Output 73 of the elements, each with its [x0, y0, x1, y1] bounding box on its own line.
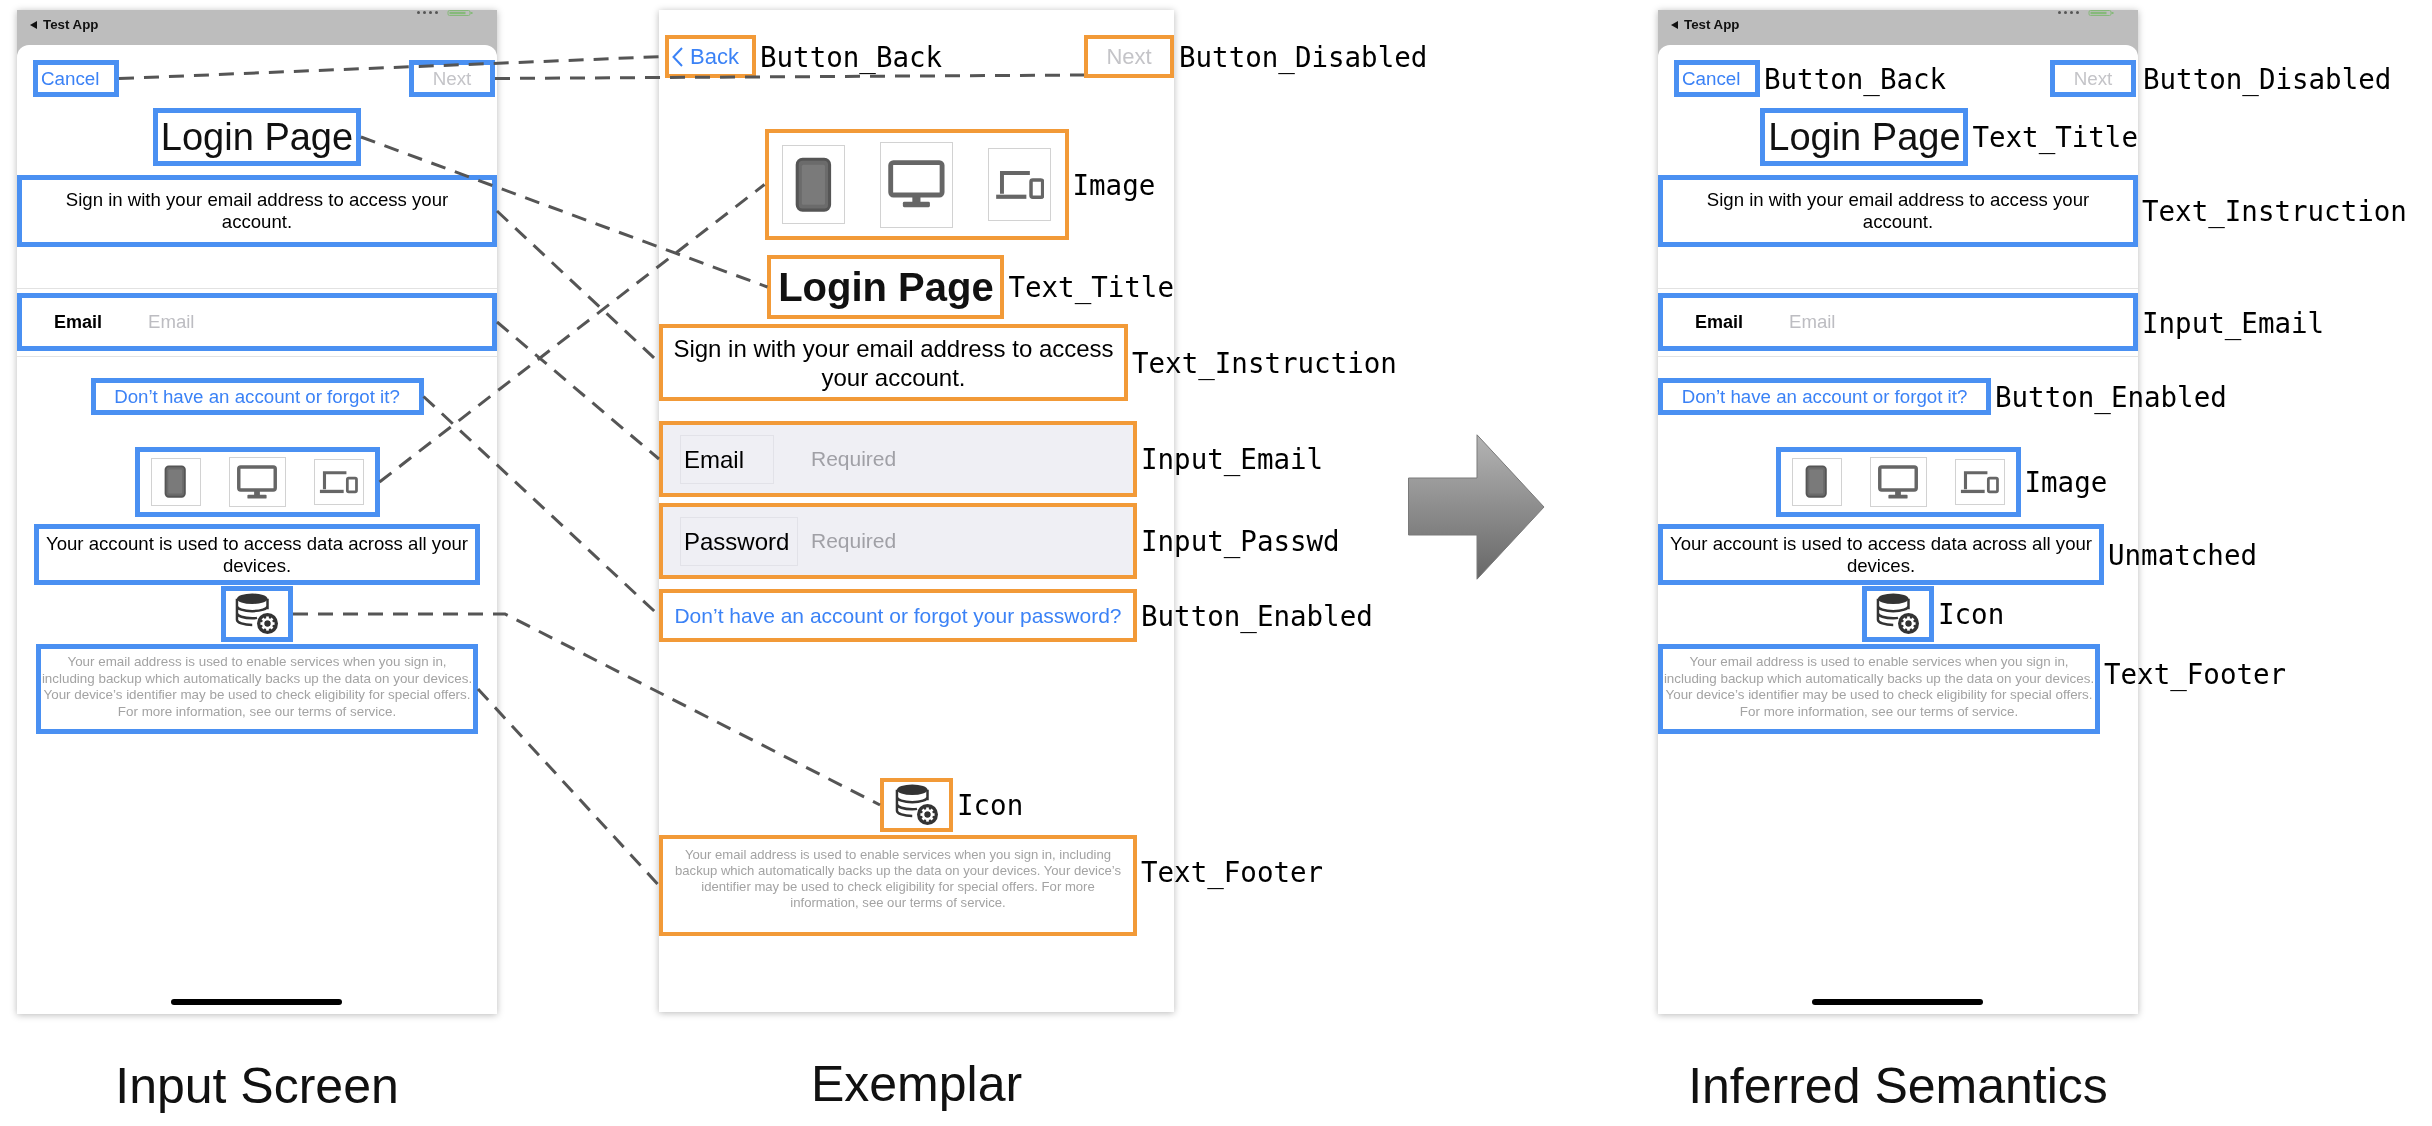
monitor-icon [228, 457, 286, 507]
annotation-label: Text_Instruction [1132, 347, 1397, 378]
text-input[interactable]: Email [148, 310, 492, 334]
annotation-label: Text_Instruction [2142, 196, 2407, 226]
annotation-label: Icon [1938, 599, 2005, 629]
annotation-label: Button_Back [760, 41, 943, 72]
info-text: Your account is used to access data across all your devices. [1668, 532, 2093, 577]
account-link[interactable]: Don’t have an account or forgot your password? [674, 602, 1122, 629]
database-gear-icon [894, 784, 939, 826]
smartphone-icon [782, 145, 845, 224]
field-label: Email [680, 434, 774, 484]
field-label: Password [680, 516, 799, 566]
annotation-label: Image [1072, 169, 1156, 200]
text-input[interactable]: Required [811, 445, 1133, 473]
annotation-label: Button_Disabled [1179, 41, 1428, 72]
monitor-icon [880, 141, 953, 228]
panel-caption: Exemplar [810, 1055, 1023, 1113]
instruction-text: Sign in with your email address to access your account. [672, 333, 1115, 392]
database-gear-icon [235, 593, 279, 635]
back-button[interactable]: Back [669, 43, 742, 70]
left-triangle-icon [30, 21, 37, 29]
annotation-label: Text_Footer [1141, 857, 1324, 887]
annotation-label: Input_Email [1141, 444, 1324, 474]
signal-dots-icon [417, 11, 439, 14]
laptop-phone-icon [313, 459, 364, 505]
footer-text: Your email address is used to enable services when you sign in, including backup which automatically backs up the data on your devices. Your device’s identifier may be used to check eligibility for special offers. For more information, see our terms of service. [1663, 654, 2095, 720]
input-field[interactable]: Password Required [659, 503, 1137, 579]
laptop-phone-icon [1954, 459, 2005, 505]
annotation-label: Unmatched [2108, 539, 2257, 570]
annotation-label: Image [2024, 467, 2108, 497]
account-link[interactable]: Don’t have an account or forgot it? [1681, 385, 1968, 408]
annotation-label: Text_Footer [2104, 659, 2287, 689]
page-title: Login Page [160, 115, 354, 159]
annotation-label: Button_Back [1764, 63, 1947, 94]
battery-icon [447, 10, 473, 16]
instruction-text: Sign in with your email address to access your account. [1705, 189, 2091, 233]
smartphone-icon [1791, 458, 1842, 506]
footer-text: Your email address is used to enable services when you sign in, including backup which automatically backs up the data on your devices. Your device’s identifier may be used to check eligibility for special offers. For more information, see our terms of service. [674, 847, 1122, 911]
battery-icon [2088, 10, 2114, 16]
annotation-label: Text_Title [1972, 122, 2138, 152]
footer-text: Your email address is used to enable services when you sign in, including backup which automatically backs up the data on your devices. Your device’s identifier may be used to check eligibility for special offers. For more information, see our terms of service. [41, 654, 473, 720]
cancel-button[interactable]: Cancel [38, 68, 103, 89]
input-field[interactable]: Email Required [659, 421, 1137, 497]
laptop-phone-icon [988, 148, 1051, 221]
back-to-app-button[interactable]: Test App [1671, 17, 1740, 33]
annotation-label: Text_Title [1008, 272, 1174, 302]
back-to-app-button[interactable]: Test App [30, 17, 99, 33]
annotation-label: Button_Enabled [1995, 381, 2227, 412]
page-title: Login Page [1768, 115, 1961, 159]
annotation-label: Input_Email [2142, 307, 2325, 338]
signal-dots-icon [2058, 11, 2080, 14]
page-title: Login Page [778, 264, 994, 311]
instruction-text: Sign in with your email address to access your account. [64, 189, 450, 233]
input-field[interactable]: Email Email [17, 293, 497, 351]
text-input[interactable]: Required [811, 527, 1133, 555]
text-input[interactable]: Email [1789, 310, 2133, 334]
annotation-label: Input_Passwd [1141, 526, 1340, 556]
monitor-icon [1869, 457, 1927, 507]
database-gear-icon [1876, 593, 1920, 635]
account-link[interactable]: Don’t have an account or forgot it? [114, 385, 400, 408]
annotation-label: Icon [957, 790, 1024, 820]
smartphone-icon [150, 458, 201, 506]
panel-caption: Input Screen [115, 1057, 399, 1115]
info-text: Your account is used to access data across all your devices. [44, 532, 469, 577]
panel-caption: Inferred Semantics [1688, 1057, 2108, 1115]
left-triangle-icon [1671, 21, 1678, 29]
field-label: Email [54, 311, 103, 333]
field-label: Email [1695, 311, 1744, 333]
input-field[interactable]: Email Email [1658, 293, 2138, 351]
chevron-left-icon [672, 46, 683, 67]
annotation-label: Button_Enabled [1141, 600, 1373, 631]
annotation-label: Button_Disabled [2143, 63, 2392, 94]
cancel-button[interactable]: Cancel [1679, 68, 1744, 89]
